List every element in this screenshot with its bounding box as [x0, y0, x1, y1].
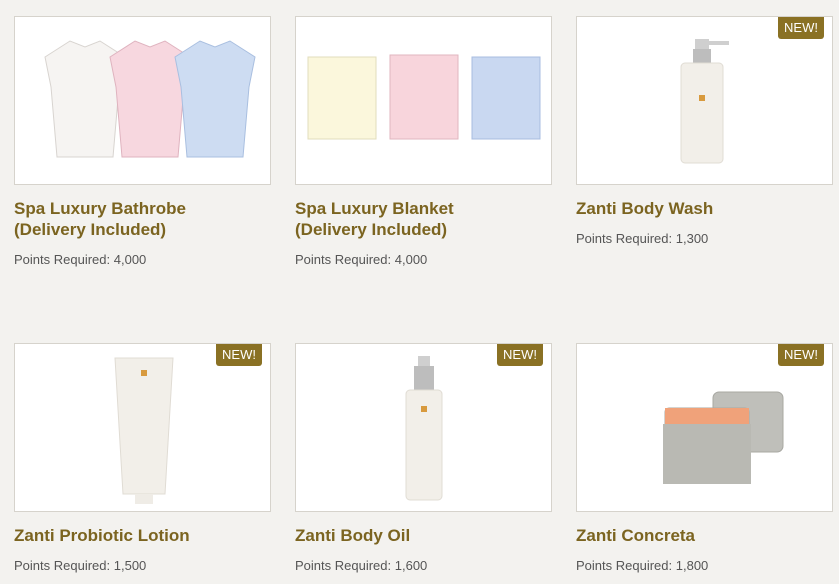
product-image-bathrobe[interactable] [14, 16, 271, 185]
product-image-concreta[interactable]: NEW! [576, 343, 833, 512]
title-line: Zanti Probiotic Lotion [14, 526, 190, 545]
points-label: Points Required: [576, 558, 673, 573]
points-required: Points Required: 1,800 [576, 558, 833, 573]
title-line: (Delivery Included) [295, 220, 448, 239]
blanket-image [307, 54, 541, 140]
points-value: 1,300 [675, 231, 709, 246]
points-required: Points Required: 4,000 [14, 252, 271, 267]
points-required: Points Required: 1,500 [14, 558, 271, 573]
product-image-blanket[interactable] [295, 16, 552, 185]
new-badge: NEW! [216, 344, 262, 366]
product-card-blanket: Spa Luxury Blanket (Delivery Included) P… [295, 16, 552, 267]
points-required: Points Required: 4,000 [295, 252, 552, 267]
points-required: Points Required: 1,600 [295, 558, 552, 573]
points-value: 1,800 [675, 558, 709, 573]
points-label: Points Required: [576, 231, 673, 246]
product-title-body-oil[interactable]: Zanti Body Oil [295, 525, 552, 546]
title-line: Spa Luxury Blanket [295, 199, 454, 218]
title-line: (Delivery Included) [14, 220, 167, 239]
product-card-bathrobe: Spa Luxury Bathrobe (Delivery Included) … [14, 16, 271, 267]
points-label: Points Required: [295, 252, 392, 267]
points-label: Points Required: [14, 252, 111, 267]
product-card-body-wash: NEW! Zanti Body Wash Points Required: 1,… [576, 16, 833, 246]
product-image-body-wash[interactable]: NEW! [576, 16, 833, 185]
new-badge: NEW! [778, 344, 824, 366]
concreta-soap-image [663, 391, 784, 484]
product-grid: Spa Luxury Bathrobe (Delivery Included) … [0, 0, 839, 584]
product-image-body-oil[interactable]: NEW! [295, 343, 552, 512]
points-required: Points Required: 1,300 [576, 231, 833, 246]
product-card-concreta: NEW! Zanti Concreta Points Required: 1,8… [576, 343, 833, 573]
product-card-body-oil: NEW! Zanti Body Oil Points Required: 1,6… [295, 343, 552, 573]
product-title-blanket[interactable]: Spa Luxury Blanket (Delivery Included) [295, 198, 552, 240]
points-value: 1,500 [113, 558, 147, 573]
product-image-probiotic-lotion[interactable]: NEW! [14, 343, 271, 512]
title-line: Zanti Body Oil [295, 526, 411, 545]
title-line: Zanti Concreta [576, 526, 696, 545]
product-title-probiotic-lotion[interactable]: Zanti Probiotic Lotion [14, 525, 271, 546]
body-oil-bottle-image [405, 356, 443, 501]
title-line: Zanti Body Wash [576, 199, 714, 218]
product-title-bathrobe[interactable]: Spa Luxury Bathrobe (Delivery Included) [14, 198, 271, 240]
body-wash-bottle-image [680, 39, 729, 164]
points-value: 1,600 [394, 558, 428, 573]
points-value: 4,000 [113, 252, 147, 267]
bathrobe-image [44, 40, 256, 158]
product-card-probiotic-lotion: NEW! Zanti Probiotic Lotion Points Requi… [14, 343, 271, 573]
lotion-tube-image [114, 357, 174, 504]
points-value: 4,000 [394, 252, 428, 267]
points-label: Points Required: [14, 558, 111, 573]
new-badge: NEW! [497, 344, 543, 366]
title-line: Spa Luxury Bathrobe [14, 199, 186, 218]
points-label: Points Required: [295, 558, 392, 573]
product-title-body-wash[interactable]: Zanti Body Wash [576, 198, 833, 219]
product-title-concreta[interactable]: Zanti Concreta [576, 525, 833, 546]
new-badge: NEW! [778, 17, 824, 39]
